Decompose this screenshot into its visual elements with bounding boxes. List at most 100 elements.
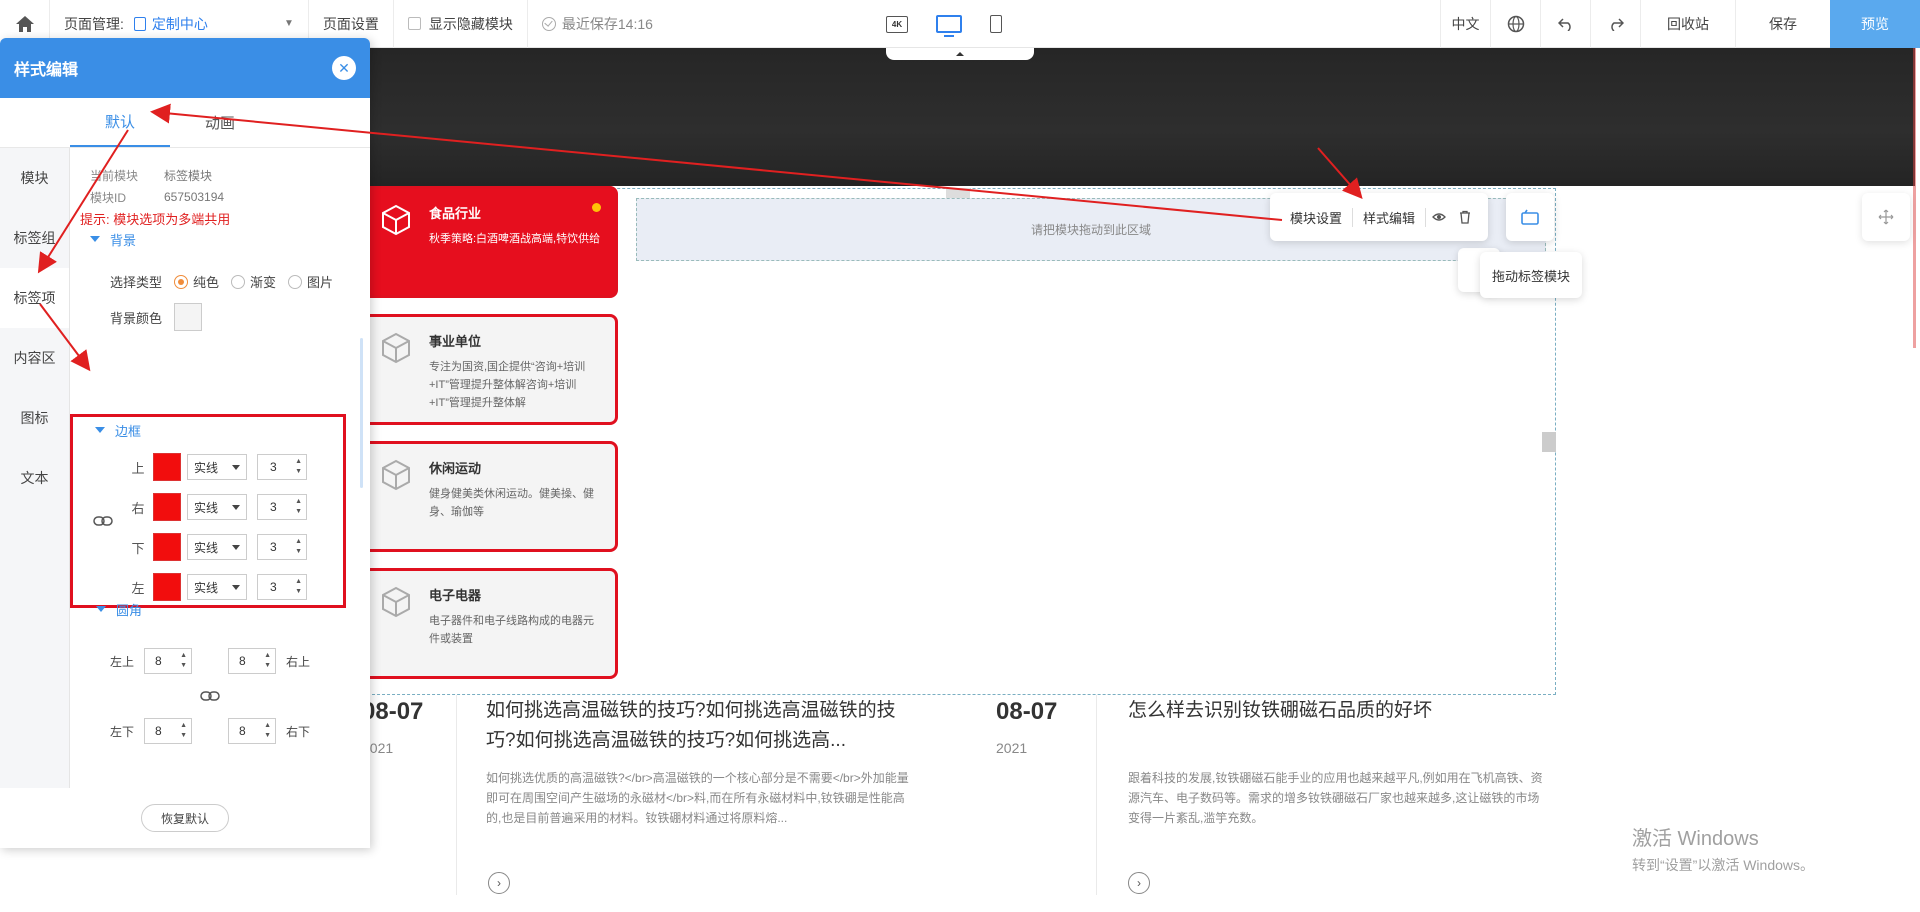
border-width-input[interactable]: 3 ▲ ▼ bbox=[257, 534, 307, 560]
spinner-icon[interactable]: ▲ ▼ bbox=[295, 577, 302, 597]
current-module-label: 当前模块 bbox=[90, 168, 139, 183]
spinner-icon[interactable]: ▲ ▼ bbox=[295, 457, 302, 477]
border-style-select[interactable]: 实线 bbox=[187, 454, 247, 480]
link-icon[interactable] bbox=[91, 511, 115, 531]
canvas-scrollbar[interactable] bbox=[1913, 48, 1916, 348]
radius-tr-input[interactable]: 8 ▲ ▼ bbox=[228, 648, 276, 674]
border-row-right: 右 实线 3 ▲ ▼ bbox=[123, 493, 307, 521]
tag-item-desc: 电子器件和电子线路构成的电器元件或装置 bbox=[429, 615, 594, 645]
radius-top-row: 左上 8 ▲ ▼ 8 ▲ ▼ 右上 bbox=[110, 648, 310, 674]
news-date: 08-07 bbox=[362, 698, 424, 725]
cube-icon bbox=[382, 586, 410, 618]
sidebar-item-tag-item[interactable]: 标签项 bbox=[0, 268, 69, 328]
border-color-swatch[interactable] bbox=[153, 573, 181, 601]
border-side-label: 下 bbox=[131, 540, 145, 556]
bg-color-picker[interactable] bbox=[174, 303, 202, 331]
page-select-value: 定制中心 bbox=[151, 15, 208, 32]
tag-item-title: 电子电器 bbox=[429, 588, 482, 603]
globe-icon[interactable] bbox=[1490, 0, 1540, 48]
section-title: 圆角 bbox=[116, 602, 143, 618]
tag-item-sports[interactable]: 休闲运动 健身健美类休闲运动。健美操、健身、瑜伽等 bbox=[362, 441, 618, 552]
radio-gradient[interactable] bbox=[231, 274, 246, 289]
language-button[interactable]: 中文 bbox=[1440, 0, 1490, 48]
news-title[interactable]: 怎么样去识别钕铁硼磁石品质的好坏 bbox=[1128, 696, 1568, 726]
sidebar-item-text[interactable]: 文本 bbox=[0, 448, 69, 508]
show-hidden-label: 显示隐藏模块 bbox=[428, 15, 513, 32]
sidebar-item-module[interactable]: 模块 bbox=[0, 148, 69, 208]
border-color-swatch[interactable] bbox=[153, 493, 181, 521]
sidebar-item-icon[interactable]: 图标 bbox=[0, 388, 69, 448]
tag-item-title: 事业单位 bbox=[429, 334, 482, 349]
tag-item-food[interactable]: 食品行业 秋季策略:白酒啤酒战高端,特饮供给 bbox=[362, 186, 618, 298]
spinner-icon[interactable]: ▲ ▼ bbox=[180, 651, 187, 671]
show-hidden-checkbox[interactable] bbox=[407, 17, 421, 30]
radius-br-label: 右下 bbox=[286, 724, 311, 739]
radius-br-input[interactable]: 8 ▲ ▼ bbox=[228, 718, 276, 744]
section-border[interactable]: 边框 bbox=[95, 419, 141, 441]
device-4k-icon[interactable]: 4K bbox=[886, 15, 908, 33]
page-select[interactable]: 定制中心 ▼ bbox=[133, 14, 294, 34]
spinner-icon[interactable]: ▲ ▼ bbox=[264, 651, 271, 671]
recycle-bin-button[interactable]: 回收站 bbox=[1640, 0, 1735, 48]
tag-item-public[interactable]: 事业单位 专注为国资,国企提供“咨询+培训+IT”管理提升整体解咨询+培训+IT… bbox=[362, 314, 618, 425]
triangle-down-icon bbox=[96, 606, 106, 612]
eye-icon[interactable] bbox=[1432, 210, 1446, 224]
undo-icon[interactable] bbox=[1540, 0, 1590, 48]
sidebar-item-tag-group[interactable]: 标签组 bbox=[0, 208, 69, 268]
device-desktop-icon[interactable] bbox=[936, 15, 962, 37]
news-title[interactable]: 如何挑选高温磁铁的技巧?如何挑选高温磁铁的技巧?如何挑选高温磁铁的技巧?如何挑选… bbox=[486, 696, 906, 756]
border-style-select[interactable]: 实线 bbox=[187, 534, 247, 560]
radius-bl-input[interactable]: 8 ▲ ▼ bbox=[144, 718, 192, 744]
trash-icon[interactable] bbox=[1458, 210, 1472, 224]
chevron-right-icon[interactable]: › bbox=[1128, 872, 1150, 894]
section-background[interactable]: 背景 bbox=[90, 228, 370, 250]
border-width-input[interactable]: 3 ▲ ▼ bbox=[257, 454, 307, 480]
close-icon[interactable]: ✕ bbox=[332, 56, 356, 80]
save-button[interactable]: 保存 bbox=[1735, 0, 1830, 48]
radio-image[interactable] bbox=[288, 274, 303, 289]
tag-item-electronics[interactable]: 电子电器 电子器件和电子线路构成的电器元件或装置 bbox=[362, 568, 618, 679]
device-mobile-icon[interactable] bbox=[990, 15, 1002, 33]
border-width-input[interactable]: 3 ▲ ▼ bbox=[257, 494, 307, 520]
radius-bl-label: 左下 bbox=[110, 724, 135, 739]
reset-default-button[interactable]: 恢复默认 bbox=[141, 804, 229, 832]
panel-title: 样式编辑 bbox=[14, 62, 79, 79]
border-style-select[interactable]: 实线 bbox=[187, 574, 247, 600]
spinner-icon[interactable]: ▲ ▼ bbox=[295, 497, 302, 517]
panel-tabs: 默认 动画 bbox=[0, 98, 370, 148]
border-style-value: 实线 bbox=[194, 500, 219, 515]
border-color-swatch[interactable] bbox=[153, 533, 181, 561]
module-settings-button[interactable]: 模块设置 bbox=[1280, 207, 1354, 227]
move-icon[interactable] bbox=[1862, 193, 1910, 241]
section-radius[interactable]: 圆角 bbox=[96, 598, 142, 620]
spinner-icon[interactable]: ▲ ▼ bbox=[295, 537, 302, 557]
sidebar-item-content[interactable]: 内容区 bbox=[0, 328, 69, 388]
spinner-icon[interactable]: ▲ ▼ bbox=[264, 721, 271, 741]
device-panel-collapse-tab[interactable] bbox=[886, 48, 1034, 60]
show-hidden-toggle[interactable]: 显示隐藏模块 bbox=[394, 0, 528, 48]
module-top-handle[interactable] bbox=[946, 188, 970, 198]
border-width-value: 3 bbox=[270, 580, 277, 594]
border-style-value: 实线 bbox=[194, 460, 219, 475]
bg-color-row: 背景颜色 bbox=[110, 303, 370, 331]
border-width-input[interactable]: 3 ▲ ▼ bbox=[257, 574, 307, 600]
drag-module-button[interactable] bbox=[1506, 193, 1554, 241]
triangle-down-icon bbox=[95, 427, 105, 433]
drag-tooltip: 拖动标签模块 bbox=[1480, 252, 1583, 298]
chevron-right-icon[interactable]: › bbox=[488, 872, 510, 894]
style-edit-button[interactable]: 样式编辑 bbox=[1353, 207, 1427, 227]
border-color-swatch[interactable] bbox=[153, 453, 181, 481]
redo-icon[interactable] bbox=[1590, 0, 1640, 48]
preview-button[interactable]: 预览 bbox=[1830, 0, 1920, 48]
tab-default[interactable]: 默认 bbox=[70, 98, 170, 147]
radius-link-icon[interactable] bbox=[198, 686, 222, 706]
radio-solid[interactable] bbox=[174, 274, 188, 289]
border-style-select[interactable]: 实线 bbox=[187, 494, 247, 520]
module-side-handle[interactable] bbox=[1542, 432, 1556, 452]
radius-tl-input[interactable]: 8 ▲ ▼ bbox=[144, 648, 192, 674]
tab-animation[interactable]: 动画 bbox=[170, 98, 270, 147]
radio-gradient-label: 渐变 bbox=[250, 275, 277, 290]
news-desc: 如何挑选优质的高温磁铁?</br>高温磁铁的一个核心部分是不需要</br>外加能… bbox=[486, 771, 909, 825]
panel-scrollbar[interactable] bbox=[360, 338, 363, 488]
spinner-icon[interactable]: ▲ ▼ bbox=[180, 721, 187, 741]
